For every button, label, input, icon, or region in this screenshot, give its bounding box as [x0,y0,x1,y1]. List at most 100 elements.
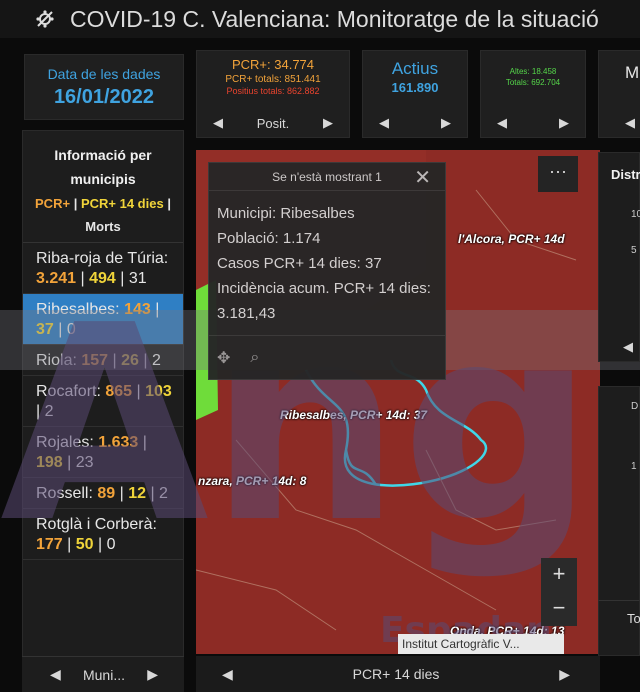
prev-arrow-icon[interactable]: ◀ [625,115,635,131]
separator: | [150,301,160,318]
tab-label[interactable]: To [627,611,640,626]
popup-poblacio: Població: 1.174 [217,230,321,247]
pcr14-value: 103 [145,383,172,400]
legend-morts: Morts [85,219,121,234]
legend-separator: | [167,196,171,211]
morts-pager: ◀ [599,115,640,131]
list-item[interactable]: Rocafort: 865 | 103 | 2 [23,376,183,427]
popup-header-text: Se n'està mostrant 1 [272,169,382,184]
distribution-panel: Distr 10 5 ◀ [598,152,640,362]
deaths-value: 2 [44,403,54,420]
virus-logo-icon [34,8,56,30]
next-arrow-icon[interactable]: ▶ [559,115,569,131]
pcr-value: PCR+: 34.774 [231,57,315,72]
list-legend: PCR+ | PCR+ 14 dies | [23,191,183,217]
close-icon[interactable]: ✕ [414,165,431,190]
move-icon[interactable]: ✥ [217,348,230,368]
panel-letter: D [631,401,639,412]
municipality-name: Rossell: [36,485,93,502]
axis-tick: 1 [631,461,637,472]
actius-value: 161.890 [391,80,439,95]
distribution-pager: ◀ [599,339,639,355]
municipality-name: Ribesalbes: [36,301,120,318]
app-header: COVID-19 C. Valenciana: Monitoratge de l… [0,0,640,38]
list-item[interactable]: Rossell: 89 | 12 | 2 [23,478,183,509]
next-arrow-icon[interactable]: ▶ [441,115,451,131]
separator: | [93,536,107,553]
pcr14-value: 494 [89,270,116,287]
next-arrow-icon[interactable]: ▶ [323,115,333,131]
date-value: 16/01/2022 [53,86,155,108]
separator: | [115,270,129,287]
prev-arrow-icon[interactable]: ◀ [623,339,633,355]
pcr-value: 3.241 [36,270,77,287]
distribution-title: Distr [611,167,640,182]
prev-arrow-icon[interactable]: ◀ [222,666,233,683]
altes-pager: ◀ ▶ [481,115,585,131]
altes-panel: Altes: 18.458 Totals: 692.704 ◀ ▶ [480,50,586,138]
zoom-in-button[interactable]: + [541,558,577,592]
municipality-list-panel: Informació per municipis PCR+ | PCR+ 14 … [22,130,184,692]
separator: | [138,434,147,451]
list-item[interactable]: Ribesalbes: 143 | 37 | 0 [23,294,183,345]
legend-pcr14: PCR+ 14 dies [80,196,164,211]
prev-arrow-icon[interactable]: ◀ [213,115,223,131]
legend-pcr: PCR+ [35,196,71,211]
pcr-pager-label: Posit. [256,115,290,131]
separator: | [62,536,76,553]
secondary-panel: D 1 [598,386,640,630]
next-arrow-icon[interactable]: ▶ [559,666,570,683]
map-label-fanzara: nzara, PCR+ 14d: 8 [198,474,307,488]
list-item[interactable]: Rotglà i Corberà: 177 | 50 | 0 [23,509,183,560]
map-pager-label: PCR+ 14 dies [352,666,440,682]
pcr-value: 1.633 [98,434,139,451]
popup-body: Municipi: Ribesalbes Població: 1.174 Cas… [209,191,445,326]
pcr14-value: 50 [75,536,94,553]
map-label-alcora: l'Alcora, PCR+ 14d [458,232,565,246]
actius-pager: ◀ ▶ [363,115,467,131]
separator: | [146,485,160,502]
municipality-name: Riba-roja de Túria: [36,250,169,267]
municipality-name: Rotglà i Corberà: [36,516,157,533]
municipality-list: Riba-roja de Túria: 3.241 | 494 | 31 Ribe… [23,243,183,560]
legend-separator: | [73,196,78,211]
pcr-total: PCR+ totals: 851.441 [225,74,321,85]
zoom-out-button[interactable]: − [541,592,577,626]
actius-panel: Actius 161.890 ◀ ▶ [362,50,468,138]
deaths-value: 0 [66,321,76,338]
list-item[interactable]: Riola: 157 | 26 | 2 [23,345,183,376]
map-label-ribesalbes: Ribesalbes, PCR+ 14d: 37 [280,408,428,422]
actius-label: Actius [391,59,439,78]
prev-arrow-icon[interactable]: ◀ [379,115,389,131]
zoom-to-icon[interactable]: ⌕ [250,349,259,367]
popup-incidencia: Incidència acum. PCR+ 14 dies: 3.181,43 [217,280,431,322]
pcr-value: 865 [105,383,133,400]
list-item[interactable]: Riba-roja de Túria: 3.241 | 494 | 31 [23,243,183,294]
municipality-name: Rocafort: [36,383,101,400]
separator: | [132,383,146,400]
pcr-pager: ◀ Posit. ▶ [197,115,349,131]
prev-arrow-icon[interactable]: ◀ [497,115,507,131]
deaths-value: 2 [151,352,161,369]
pcr14-value: 12 [128,485,146,502]
next-arrow-icon[interactable]: ▶ [147,666,158,683]
tab-panel: To [598,600,640,656]
prev-arrow-icon[interactable]: ◀ [50,666,61,683]
separator: | [36,403,45,420]
pcr14-value: 26 [121,352,139,369]
map-attribution[interactable]: Institut Cartogràfic V... [398,634,564,654]
pcr-value: 177 [36,536,63,553]
date-panel: Data de les dades 16/01/2022 [24,54,184,120]
more-options-button[interactable]: ··· [538,156,578,192]
deaths-value: 0 [106,536,116,553]
pcr14-value: 198 [36,454,63,471]
map-pager: ◀ PCR+ 14 dies ▶ [196,656,600,692]
deaths-value: 31 [128,270,147,287]
morts-label: M [625,63,640,82]
list-pager: ◀ Muni... ▶ [22,656,184,692]
municipality-name: Rojales: [36,434,94,451]
pcr-value: 157 [81,352,109,369]
popup-casos: Casos PCR+ 14 dies: 37 [217,255,382,272]
popup-header: Se n'està mostrant 1 ✕ [209,163,445,191]
list-item[interactable]: Rojales: 1.633 | 198 | 23 [23,427,183,478]
